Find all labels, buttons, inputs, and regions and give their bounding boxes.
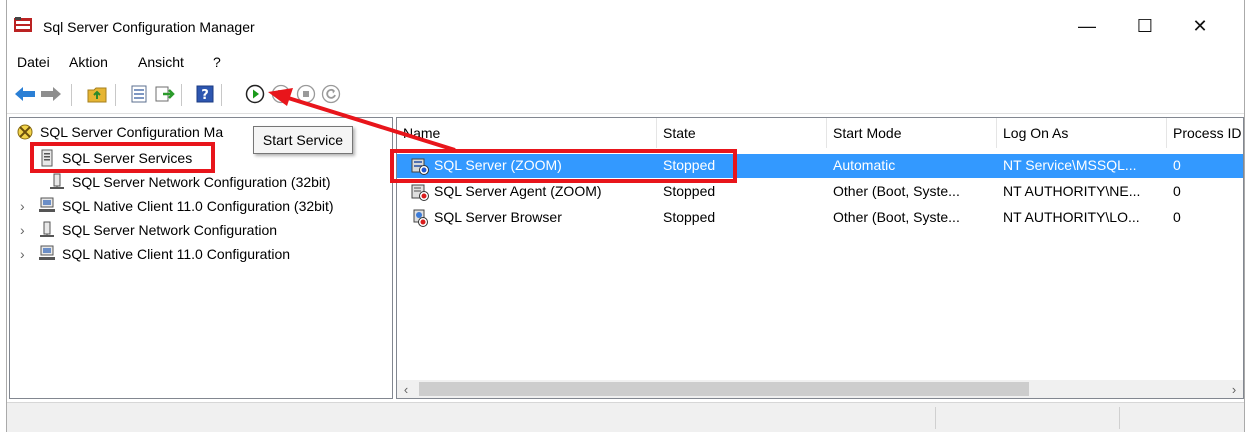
column-header-name[interactable]: Name [397, 118, 657, 148]
toolbar-separator [221, 84, 222, 106]
help-icon[interactable]: ? [193, 82, 217, 106]
tree-item-native-client-32bit[interactable]: SQL Native Client 11.0 Configuration (32… [38, 195, 334, 217]
expand-chevron-icon[interactable]: › [20, 222, 25, 238]
toolbar-separator [181, 84, 182, 106]
back-arrow-icon[interactable] [13, 82, 37, 106]
service-process-id: 0 [1173, 209, 1181, 225]
service-log-on-as: NT AUTHORITY\NE... [1003, 183, 1141, 199]
expand-chevron-icon[interactable]: › [20, 246, 25, 262]
scroll-left-icon[interactable]: ‹ [397, 380, 415, 398]
tree-item-label: SQL Server Network Configuration [62, 222, 278, 238]
tree-item-label: SQL Server Network Configuration (32bit) [72, 174, 331, 190]
highlight-box-tree-selection [30, 142, 215, 173]
service-process-id: 0 [1173, 157, 1181, 173]
properties-icon[interactable] [127, 82, 151, 106]
service-log-on-as: NT AUTHORITY\LO... [1003, 209, 1140, 225]
stop-service-icon[interactable] [294, 82, 318, 106]
horizontal-scrollbar[interactable]: ‹ › [397, 380, 1243, 398]
network-config-icon [48, 173, 66, 191]
tree-item-network-config-32bit[interactable]: SQL Server Network Configuration (32bit) [48, 171, 331, 193]
service-start-mode: Automatic [833, 157, 896, 173]
service-start-mode: Other (Boot, Syste... [833, 183, 960, 199]
service-row-sql-agent[interactable]: SQL Server Agent (ZOOM) Stopped Other (B… [397, 180, 1243, 204]
menu-help[interactable]: ? [213, 54, 221, 70]
column-header-process-id[interactable]: Process ID [1167, 118, 1243, 148]
service-name: SQL Server Browser [434, 209, 562, 225]
close-button[interactable]: ✕ [1177, 8, 1223, 44]
pause-service-icon[interactable] [269, 82, 293, 106]
menu-aktion[interactable]: Aktion [69, 54, 108, 70]
native-client-icon [38, 245, 56, 263]
up-folder-icon[interactable] [85, 82, 109, 106]
status-divider [1119, 407, 1120, 429]
svg-text:?: ? [201, 88, 209, 103]
forward-arrow-icon[interactable] [39, 82, 63, 106]
column-header-state[interactable]: State [657, 118, 827, 148]
title-bar[interactable]: Sql Server Configuration Manager — ☐ ✕ [7, 0, 1244, 50]
tree-item-native-client[interactable]: SQL Native Client 11.0 Configuration [38, 243, 290, 265]
menu-ansicht[interactable]: Ansicht [138, 54, 184, 70]
service-name: SQL Server Agent (ZOOM) [434, 183, 602, 199]
service-row-sql-browser[interactable]: SQL Server Browser Stopped Other (Boot, … [397, 206, 1243, 230]
service-start-mode: Other (Boot, Syste... [833, 209, 960, 225]
toolbar-separator [115, 84, 116, 106]
window-title: Sql Server Configuration Manager [43, 19, 255, 35]
scroll-right-icon[interactable]: › [1225, 380, 1243, 398]
tree-item-network-config[interactable]: SQL Server Network Configuration [38, 219, 277, 241]
menu-datei[interactable]: Datei [17, 54, 50, 70]
tree-root[interactable]: SQL Server Configuration Ma [16, 121, 223, 143]
sql-browser-service-icon [411, 209, 429, 227]
tree-item-label: SQL Native Client 11.0 Configuration [62, 246, 291, 262]
menu-bar: Datei Aktion Ansicht ? [7, 50, 1244, 74]
sql-agent-service-icon [411, 183, 429, 201]
start-service-tooltip: Start Service [253, 126, 353, 154]
maximize-button[interactable]: ☐ [1122, 8, 1168, 44]
column-header-start-mode[interactable]: Start Mode [827, 118, 997, 148]
export-icon[interactable] [153, 82, 177, 106]
start-service-icon[interactable] [243, 82, 267, 106]
status-bar [7, 402, 1244, 432]
status-divider [935, 407, 936, 429]
native-client-icon [38, 197, 56, 215]
toolbar: ? [7, 78, 1244, 114]
service-state: Stopped [663, 183, 716, 199]
main-window: Sql Server Configuration Manager — ☐ ✕ D… [6, 0, 1245, 432]
service-log-on-as: NT Service\MSSQL... [1003, 157, 1137, 173]
sql-config-manager-icon [13, 17, 33, 33]
minimize-button[interactable]: — [1064, 8, 1110, 44]
toolbar-separator [71, 84, 72, 106]
scrollbar-thumb[interactable] [419, 382, 1029, 396]
restart-service-icon[interactable] [319, 82, 343, 106]
service-state: Stopped [663, 209, 716, 225]
service-process-id: 0 [1173, 183, 1181, 199]
config-manager-root-icon [16, 123, 34, 141]
network-config-icon [38, 221, 56, 239]
expand-chevron-icon[interactable]: › [20, 198, 25, 214]
tree-item-label: SQL Native Client 11.0 Configuration (32… [62, 198, 334, 214]
tree-root-label: SQL Server Configuration Ma [40, 124, 224, 140]
highlight-box-service-row [390, 149, 737, 183]
column-header-log-on-as[interactable]: Log On As [997, 118, 1167, 148]
